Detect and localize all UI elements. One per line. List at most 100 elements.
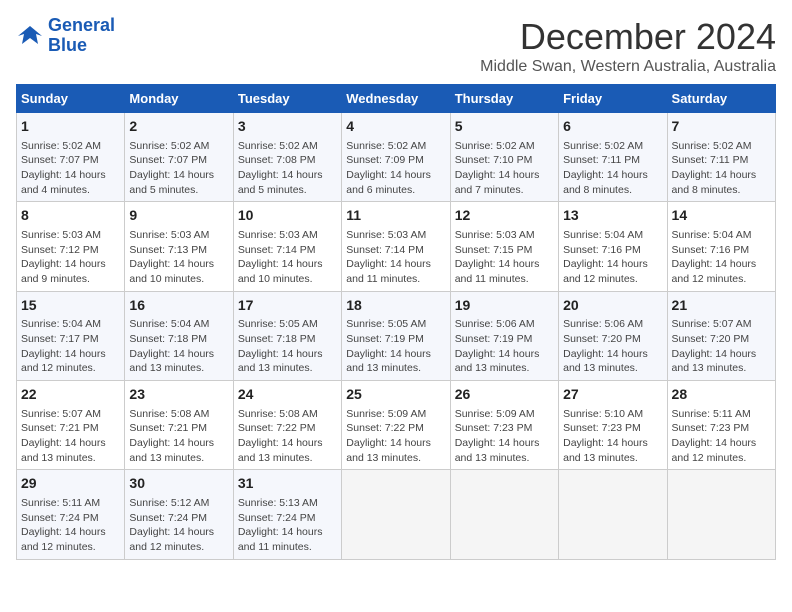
month-title: December 2024 <box>480 16 776 58</box>
day-number: 3 <box>238 117 337 137</box>
day-number: 30 <box>129 474 228 494</box>
day-info: Sunrise: 5:08 AM Sunset: 7:21 PM Dayligh… <box>129 407 228 466</box>
day-number: 26 <box>455 385 554 405</box>
day-number: 13 <box>563 206 662 226</box>
day-number: 23 <box>129 385 228 405</box>
day-number: 14 <box>672 206 771 226</box>
day-info: Sunrise: 5:13 AM Sunset: 7:24 PM Dayligh… <box>238 496 337 555</box>
table-row: 1 Sunrise: 5:02 AM Sunset: 7:07 PM Dayli… <box>17 113 125 202</box>
table-row: 23 Sunrise: 5:08 AM Sunset: 7:21 PM Dayl… <box>125 381 233 470</box>
day-number: 12 <box>455 206 554 226</box>
table-row <box>559 470 667 559</box>
day-number: 6 <box>563 117 662 137</box>
day-info: Sunrise: 5:05 AM Sunset: 7:19 PM Dayligh… <box>346 317 445 376</box>
calendar-week-row: 15 Sunrise: 5:04 AM Sunset: 7:17 PM Dayl… <box>17 291 776 380</box>
day-number: 19 <box>455 296 554 316</box>
table-row: 16 Sunrise: 5:04 AM Sunset: 7:18 PM Dayl… <box>125 291 233 380</box>
day-info: Sunrise: 5:02 AM Sunset: 7:07 PM Dayligh… <box>21 139 120 198</box>
table-row: 20 Sunrise: 5:06 AM Sunset: 7:20 PM Dayl… <box>559 291 667 380</box>
table-row: 19 Sunrise: 5:06 AM Sunset: 7:19 PM Dayl… <box>450 291 558 380</box>
day-number: 24 <box>238 385 337 405</box>
logo: General Blue <box>16 16 115 56</box>
table-row: 28 Sunrise: 5:11 AM Sunset: 7:23 PM Dayl… <box>667 381 775 470</box>
day-info: Sunrise: 5:09 AM Sunset: 7:23 PM Dayligh… <box>455 407 554 466</box>
header-wednesday: Wednesday <box>342 85 450 113</box>
day-number: 22 <box>21 385 120 405</box>
table-row: 7 Sunrise: 5:02 AM Sunset: 7:11 PM Dayli… <box>667 113 775 202</box>
table-row: 6 Sunrise: 5:02 AM Sunset: 7:11 PM Dayli… <box>559 113 667 202</box>
day-number: 1 <box>21 117 120 137</box>
day-number: 4 <box>346 117 445 137</box>
day-number: 10 <box>238 206 337 226</box>
day-number: 15 <box>21 296 120 316</box>
table-row: 18 Sunrise: 5:05 AM Sunset: 7:19 PM Dayl… <box>342 291 450 380</box>
table-row: 25 Sunrise: 5:09 AM Sunset: 7:22 PM Dayl… <box>342 381 450 470</box>
table-row: 9 Sunrise: 5:03 AM Sunset: 7:13 PM Dayli… <box>125 202 233 291</box>
day-number: 2 <box>129 117 228 137</box>
table-row: 31 Sunrise: 5:13 AM Sunset: 7:24 PM Dayl… <box>233 470 341 559</box>
day-number: 28 <box>672 385 771 405</box>
table-row: 5 Sunrise: 5:02 AM Sunset: 7:10 PM Dayli… <box>450 113 558 202</box>
day-info: Sunrise: 5:11 AM Sunset: 7:24 PM Dayligh… <box>21 496 120 555</box>
day-number: 25 <box>346 385 445 405</box>
day-info: Sunrise: 5:08 AM Sunset: 7:22 PM Dayligh… <box>238 407 337 466</box>
table-row: 26 Sunrise: 5:09 AM Sunset: 7:23 PM Dayl… <box>450 381 558 470</box>
day-number: 31 <box>238 474 337 494</box>
header-saturday: Saturday <box>667 85 775 113</box>
header-monday: Monday <box>125 85 233 113</box>
day-info: Sunrise: 5:09 AM Sunset: 7:22 PM Dayligh… <box>346 407 445 466</box>
table-row: 14 Sunrise: 5:04 AM Sunset: 7:16 PM Dayl… <box>667 202 775 291</box>
day-number: 11 <box>346 206 445 226</box>
table-row: 24 Sunrise: 5:08 AM Sunset: 7:22 PM Dayl… <box>233 381 341 470</box>
day-number: 17 <box>238 296 337 316</box>
day-info: Sunrise: 5:04 AM Sunset: 7:16 PM Dayligh… <box>563 228 662 287</box>
day-info: Sunrise: 5:04 AM Sunset: 7:18 PM Dayligh… <box>129 317 228 376</box>
table-row: 11 Sunrise: 5:03 AM Sunset: 7:14 PM Dayl… <box>342 202 450 291</box>
logo-text: General Blue <box>48 16 115 56</box>
calendar-week-row: 1 Sunrise: 5:02 AM Sunset: 7:07 PM Dayli… <box>17 113 776 202</box>
table-row: 29 Sunrise: 5:11 AM Sunset: 7:24 PM Dayl… <box>17 470 125 559</box>
table-row: 17 Sunrise: 5:05 AM Sunset: 7:18 PM Dayl… <box>233 291 341 380</box>
weekday-header-row: Sunday Monday Tuesday Wednesday Thursday… <box>17 85 776 113</box>
calendar-week-row: 29 Sunrise: 5:11 AM Sunset: 7:24 PM Dayl… <box>17 470 776 559</box>
calendar-table: Sunday Monday Tuesday Wednesday Thursday… <box>16 84 776 560</box>
title-section: December 2024 Middle Swan, Western Austr… <box>480 16 776 76</box>
day-info: Sunrise: 5:07 AM Sunset: 7:21 PM Dayligh… <box>21 407 120 466</box>
location-title: Middle Swan, Western Australia, Australi… <box>480 58 776 76</box>
day-info: Sunrise: 5:03 AM Sunset: 7:12 PM Dayligh… <box>21 228 120 287</box>
day-info: Sunrise: 5:12 AM Sunset: 7:24 PM Dayligh… <box>129 496 228 555</box>
table-row: 3 Sunrise: 5:02 AM Sunset: 7:08 PM Dayli… <box>233 113 341 202</box>
table-row: 27 Sunrise: 5:10 AM Sunset: 7:23 PM Dayl… <box>559 381 667 470</box>
day-number: 18 <box>346 296 445 316</box>
table-row: 12 Sunrise: 5:03 AM Sunset: 7:15 PM Dayl… <box>450 202 558 291</box>
day-number: 16 <box>129 296 228 316</box>
day-info: Sunrise: 5:03 AM Sunset: 7:13 PM Dayligh… <box>129 228 228 287</box>
table-row: 10 Sunrise: 5:03 AM Sunset: 7:14 PM Dayl… <box>233 202 341 291</box>
table-row: 30 Sunrise: 5:12 AM Sunset: 7:24 PM Dayl… <box>125 470 233 559</box>
calendar-week-row: 22 Sunrise: 5:07 AM Sunset: 7:21 PM Dayl… <box>17 381 776 470</box>
day-info: Sunrise: 5:06 AM Sunset: 7:20 PM Dayligh… <box>563 317 662 376</box>
table-row: 4 Sunrise: 5:02 AM Sunset: 7:09 PM Dayli… <box>342 113 450 202</box>
day-number: 9 <box>129 206 228 226</box>
day-info: Sunrise: 5:06 AM Sunset: 7:19 PM Dayligh… <box>455 317 554 376</box>
day-number: 5 <box>455 117 554 137</box>
header-tuesday: Tuesday <box>233 85 341 113</box>
header-friday: Friday <box>559 85 667 113</box>
day-info: Sunrise: 5:04 AM Sunset: 7:16 PM Dayligh… <box>672 228 771 287</box>
day-info: Sunrise: 5:11 AM Sunset: 7:23 PM Dayligh… <box>672 407 771 466</box>
day-info: Sunrise: 5:02 AM Sunset: 7:11 PM Dayligh… <box>672 139 771 198</box>
day-number: 27 <box>563 385 662 405</box>
day-info: Sunrise: 5:05 AM Sunset: 7:18 PM Dayligh… <box>238 317 337 376</box>
day-number: 29 <box>21 474 120 494</box>
day-info: Sunrise: 5:02 AM Sunset: 7:07 PM Dayligh… <box>129 139 228 198</box>
table-row: 22 Sunrise: 5:07 AM Sunset: 7:21 PM Dayl… <box>17 381 125 470</box>
header-thursday: Thursday <box>450 85 558 113</box>
day-info: Sunrise: 5:07 AM Sunset: 7:20 PM Dayligh… <box>672 317 771 376</box>
day-info: Sunrise: 5:03 AM Sunset: 7:14 PM Dayligh… <box>346 228 445 287</box>
day-info: Sunrise: 5:04 AM Sunset: 7:17 PM Dayligh… <box>21 317 120 376</box>
day-number: 7 <box>672 117 771 137</box>
day-number: 20 <box>563 296 662 316</box>
table-row: 8 Sunrise: 5:03 AM Sunset: 7:12 PM Dayli… <box>17 202 125 291</box>
day-info: Sunrise: 5:03 AM Sunset: 7:15 PM Dayligh… <box>455 228 554 287</box>
table-row: 15 Sunrise: 5:04 AM Sunset: 7:17 PM Dayl… <box>17 291 125 380</box>
